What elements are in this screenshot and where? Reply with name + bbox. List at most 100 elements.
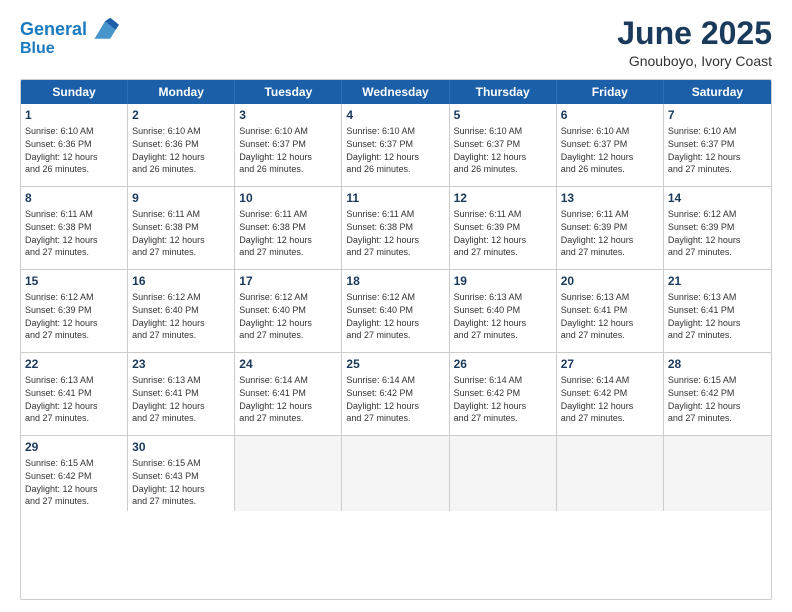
calendar-cell: 25 Sunrise: 6:14 AMSunset: 6:42 PMDayligh…: [342, 353, 449, 435]
day-number: 6: [561, 107, 659, 123]
day-number: 18: [346, 273, 444, 289]
calendar-cell: 19 Sunrise: 6:13 AMSunset: 6:40 PMDayligh…: [450, 270, 557, 352]
calendar-cell: 10Sunrise: 6:11 AMSunset: 6:38 PMDayligh…: [235, 187, 342, 269]
calendar-cell: 26 Sunrise: 6:14 AMSunset: 6:42 PMDayligh…: [450, 353, 557, 435]
header-sunday: Sunday: [21, 80, 128, 104]
calendar-cell: 20 Sunrise: 6:13 AMSunset: 6:41 PMDayligh…: [557, 270, 664, 352]
cell-info: Sunrise: 6:14 AMSunset: 6:42 PMDaylight:…: [454, 374, 552, 424]
day-number: 27: [561, 356, 659, 372]
cell-info: Sunrise: 6:13 AMSunset: 6:41 PMDaylight:…: [132, 374, 230, 424]
day-number: 1: [25, 107, 123, 123]
page: General Blue June 2025 Gnouboyo, Ivory C…: [0, 0, 792, 612]
day-number: 22: [25, 356, 123, 372]
day-number: 15: [25, 273, 123, 289]
header-wednesday: Wednesday: [342, 80, 449, 104]
calendar-cell: 7 Sunrise: 6:10 AMSunset: 6:37 PMDaylight…: [664, 104, 771, 186]
cell-info: Sunrise: 6:13 AMSunset: 6:41 PMDaylight:…: [561, 291, 659, 341]
day-number: 17: [239, 273, 337, 289]
header-tuesday: Tuesday: [235, 80, 342, 104]
calendar-cell: 2 Sunrise: 6:10 AMSunset: 6:36 PMDaylight…: [128, 104, 235, 186]
cell-info: Sunrise: 6:13 AMSunset: 6:40 PMDaylight:…: [454, 291, 552, 341]
calendar-cell: 27 Sunrise: 6:14 AMSunset: 6:42 PMDayligh…: [557, 353, 664, 435]
calendar-header: Sunday Monday Tuesday Wednesday Thursday…: [21, 80, 771, 104]
calendar-cell: 29 Sunrise: 6:15 AMSunset: 6:42 PMDayligh…: [21, 436, 128, 511]
calendar-cell: 30 Sunrise: 6:15 AMSunset: 6:43 PMDayligh…: [128, 436, 235, 511]
cell-info: Sunrise: 6:10 AMSunset: 6:37 PMDaylight:…: [561, 125, 659, 175]
calendar-cell: 11 Sunrise: 6:11 AMSunset: 6:38 PMDayligh…: [342, 187, 449, 269]
cell-info: Sunrise: 6:11 AMSunset: 6:38 PMDaylight:…: [25, 208, 123, 258]
cell-info: Sunrise: 6:11 AMSunset: 6:39 PMDaylight:…: [454, 208, 552, 258]
cell-info: Sunrise: 6:10 AMSunset: 6:36 PMDaylight:…: [25, 125, 123, 175]
day-number: 7: [668, 107, 767, 123]
calendar-cell: 18Sunrise: 6:12 AMSunset: 6:40 PMDayligh…: [342, 270, 449, 352]
calendar-row-5: 29 Sunrise: 6:15 AMSunset: 6:42 PMDayligh…: [21, 435, 771, 511]
day-number: 5: [454, 107, 552, 123]
month-title: June 2025: [617, 16, 772, 51]
calendar-body: 1 Sunrise: 6:10 AMSunset: 6:36 PMDaylight…: [21, 104, 771, 511]
calendar-cell: [450, 436, 557, 511]
cell-info: Sunrise: 6:10 AMSunset: 6:37 PMDaylight:…: [454, 125, 552, 175]
calendar-cell: 13Sunrise: 6:11 AMSunset: 6:39 PMDayligh…: [557, 187, 664, 269]
calendar-cell: [235, 436, 342, 511]
calendar-cell: 28 Sunrise: 6:15 AMSunset: 6:42 PMDayligh…: [664, 353, 771, 435]
header: General Blue June 2025 Gnouboyo, Ivory C…: [20, 16, 772, 69]
cell-info: Sunrise: 6:11 AMSunset: 6:38 PMDaylight:…: [346, 208, 444, 258]
day-number: 20: [561, 273, 659, 289]
cell-info: Sunrise: 6:14 AMSunset: 6:41 PMDaylight:…: [239, 374, 337, 424]
day-number: 26: [454, 356, 552, 372]
calendar-cell: 21 Sunrise: 6:13 AMSunset: 6:41 PMDayligh…: [664, 270, 771, 352]
logo-text: General: [20, 20, 87, 40]
calendar-cell: [557, 436, 664, 511]
calendar-cell: [342, 436, 449, 511]
cell-info: Sunrise: 6:10 AMSunset: 6:37 PMDaylight:…: [346, 125, 444, 175]
calendar-cell: 4 Sunrise: 6:10 AMSunset: 6:37 PMDaylight…: [342, 104, 449, 186]
calendar-cell: [664, 436, 771, 511]
calendar-cell: 8 Sunrise: 6:11 AMSunset: 6:38 PMDaylight…: [21, 187, 128, 269]
cell-info: Sunrise: 6:10 AMSunset: 6:36 PMDaylight:…: [132, 125, 230, 175]
day-number: 2: [132, 107, 230, 123]
day-number: 4: [346, 107, 444, 123]
day-number: 28: [668, 356, 767, 372]
cell-info: Sunrise: 6:14 AMSunset: 6:42 PMDaylight:…: [346, 374, 444, 424]
logo: General Blue: [20, 16, 119, 58]
cell-info: Sunrise: 6:15 AMSunset: 6:43 PMDaylight:…: [132, 457, 230, 507]
calendar-cell: 17 Sunrise: 6:12 AMSunset: 6:40 PMDayligh…: [235, 270, 342, 352]
calendar-cell: 24 Sunrise: 6:14 AMSunset: 6:41 PMDayligh…: [235, 353, 342, 435]
cell-info: Sunrise: 6:14 AMSunset: 6:42 PMDaylight:…: [561, 374, 659, 424]
calendar-cell: 15 Sunrise: 6:12 AMSunset: 6:39 PMDayligh…: [21, 270, 128, 352]
subtitle: Gnouboyo, Ivory Coast: [617, 53, 772, 69]
calendar-row-4: 22 Sunrise: 6:13 AMSunset: 6:41 PMDayligh…: [21, 352, 771, 435]
calendar-cell: 23 Sunrise: 6:13 AMSunset: 6:41 PMDayligh…: [128, 353, 235, 435]
title-block: June 2025 Gnouboyo, Ivory Coast: [617, 16, 772, 69]
day-number: 8: [25, 190, 123, 206]
day-number: 14: [668, 190, 767, 206]
calendar-cell: 14Sunrise: 6:12 AMSunset: 6:39 PMDayligh…: [664, 187, 771, 269]
day-number: 11: [346, 190, 444, 206]
cell-info: Sunrise: 6:13 AMSunset: 6:41 PMDaylight:…: [668, 291, 767, 341]
cell-info: Sunrise: 6:12 AMSunset: 6:40 PMDaylight:…: [239, 291, 337, 341]
day-number: 19: [454, 273, 552, 289]
calendar-cell: 9Sunrise: 6:11 AMSunset: 6:38 PMDaylight…: [128, 187, 235, 269]
header-monday: Monday: [128, 80, 235, 104]
day-number: 30: [132, 439, 230, 455]
day-number: 25: [346, 356, 444, 372]
day-number: 23: [132, 356, 230, 372]
day-number: 29: [25, 439, 123, 455]
calendar-cell: 3Sunrise: 6:10 AMSunset: 6:37 PMDaylight…: [235, 104, 342, 186]
cell-info: Sunrise: 6:12 AMSunset: 6:39 PMDaylight:…: [25, 291, 123, 341]
calendar-cell: 12Sunrise: 6:11 AMSunset: 6:39 PMDayligh…: [450, 187, 557, 269]
day-number: 21: [668, 273, 767, 289]
cell-info: Sunrise: 6:12 AMSunset: 6:40 PMDaylight:…: [132, 291, 230, 341]
day-number: 9: [132, 190, 230, 206]
header-thursday: Thursday: [450, 80, 557, 104]
cell-info: Sunrise: 6:15 AMSunset: 6:42 PMDaylight:…: [25, 457, 123, 507]
logo-text-blue: Blue: [20, 40, 55, 58]
header-friday: Friday: [557, 80, 664, 104]
cell-info: Sunrise: 6:10 AMSunset: 6:37 PMDaylight:…: [668, 125, 767, 175]
cell-info: Sunrise: 6:10 AMSunset: 6:37 PMDaylight:…: [239, 125, 337, 175]
calendar-cell: 16Sunrise: 6:12 AMSunset: 6:40 PMDayligh…: [128, 270, 235, 352]
day-number: 24: [239, 356, 337, 372]
day-number: 13: [561, 190, 659, 206]
cell-info: Sunrise: 6:15 AMSunset: 6:42 PMDaylight:…: [668, 374, 767, 424]
calendar-row-2: 8 Sunrise: 6:11 AMSunset: 6:38 PMDaylight…: [21, 186, 771, 269]
